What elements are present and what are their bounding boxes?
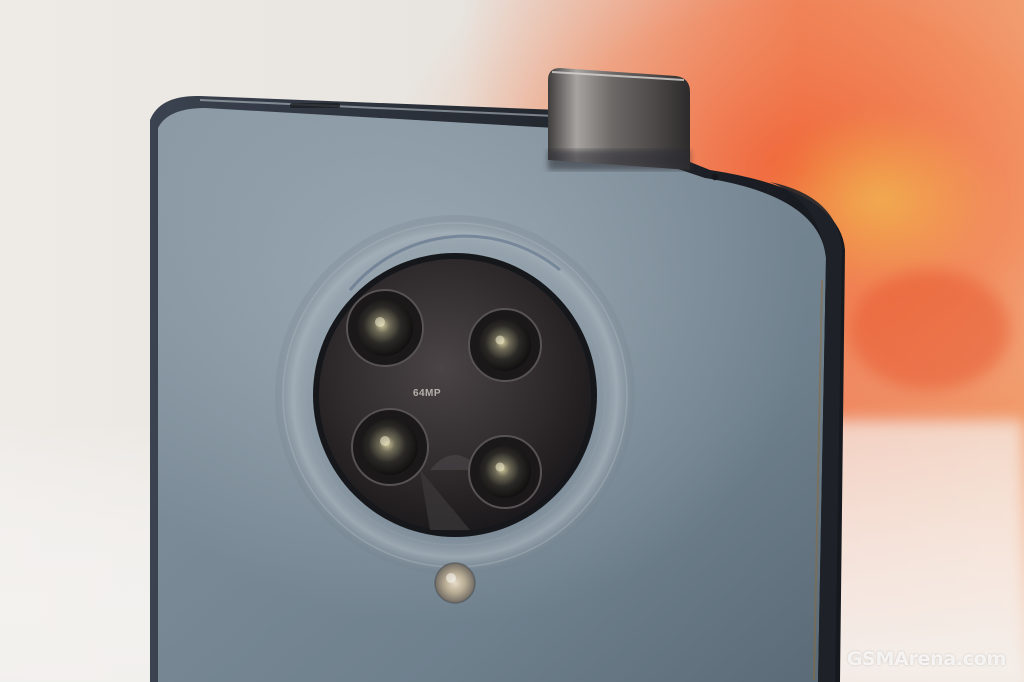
lens-top-left-icon — [346, 289, 424, 367]
watermark: GSMArena.com — [846, 648, 1007, 670]
camera-megapixel-label: 64MP — [412, 388, 442, 399]
lens-top-right-icon — [468, 308, 542, 382]
popup-selfie-camera — [548, 68, 690, 170]
photo: 64MP GSMArena.com — [0, 0, 1024, 682]
lens-bottom-left-icon — [351, 408, 429, 486]
microphone-hole-icon — [711, 173, 719, 181]
lens-bottom-right-icon — [468, 435, 542, 509]
photo-canvas — [0, 0, 1024, 682]
flash-icon — [434, 562, 476, 604]
